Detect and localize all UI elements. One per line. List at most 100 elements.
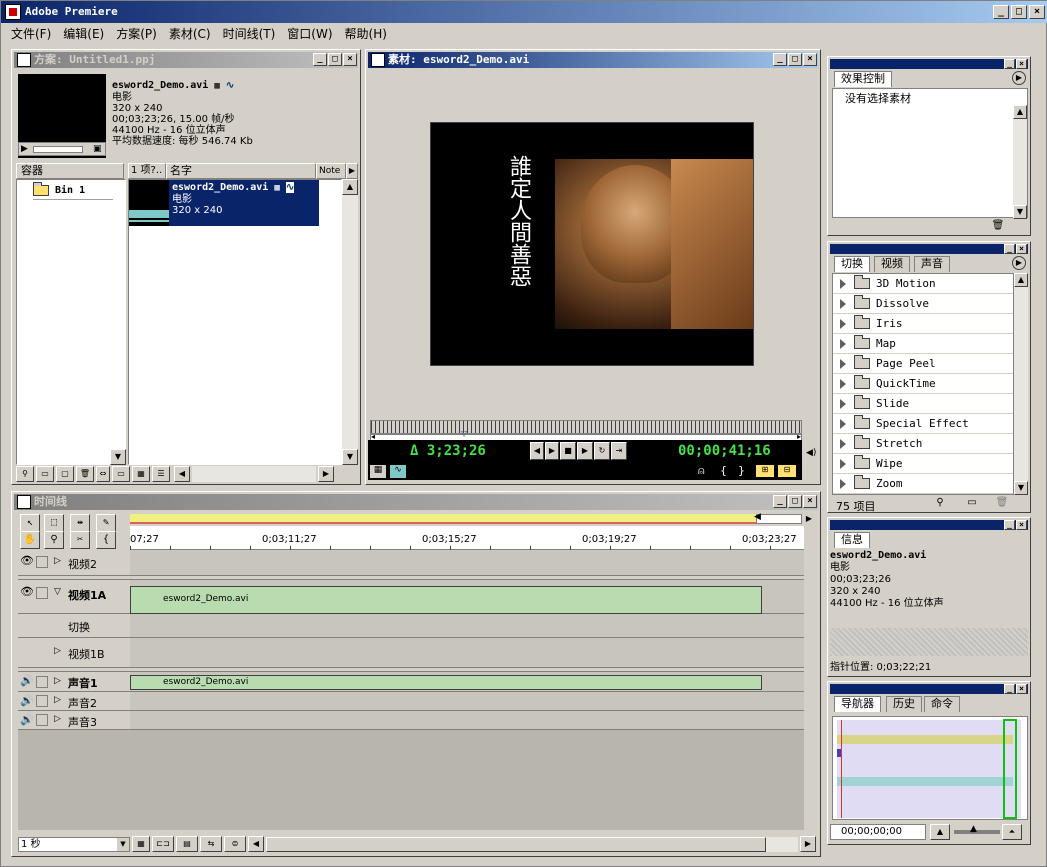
timeline-titlebar[interactable]: 时间线 _ □ × bbox=[14, 494, 818, 510]
effects-close-button[interactable]: × bbox=[1016, 59, 1027, 69]
play-icon[interactable]: ▶ bbox=[577, 442, 593, 460]
zoom-tool-icon[interactable]: ⚲ bbox=[44, 531, 64, 549]
tab-effect-controls[interactable]: 效果控制 bbox=[834, 71, 892, 87]
track-audio3[interactable] bbox=[130, 711, 804, 730]
effects-minimize-button[interactable]: _ bbox=[1004, 59, 1015, 69]
zoom-select[interactable]: 1 秒 ▼ bbox=[18, 836, 130, 852]
resize-divider-icon[interactable]: ⇔ bbox=[96, 466, 110, 482]
tab-audio-effects[interactable]: 声音 bbox=[914, 256, 950, 272]
tab-info[interactable]: 信息 bbox=[834, 532, 870, 548]
effects-menu-icon[interactable]: ▶ bbox=[1012, 71, 1026, 85]
expand-icon[interactable]: ▷ bbox=[54, 714, 61, 724]
transitions-minimize-button[interactable]: _ bbox=[1004, 244, 1015, 254]
items-vscroll[interactable]: ▲ ▼ bbox=[342, 179, 358, 465]
timeline-hscroll-right[interactable]: ▶ bbox=[800, 836, 816, 852]
tab-history[interactable]: 历史 bbox=[886, 696, 922, 712]
items-hscroll-track[interactable] bbox=[192, 466, 316, 482]
bin-scrollbar[interactable]: ▼ bbox=[110, 449, 126, 465]
col-name[interactable]: 名字 bbox=[166, 163, 316, 179]
timeline-hscroll-track[interactable] bbox=[266, 836, 798, 852]
lock-toggle[interactable] bbox=[36, 556, 48, 568]
zoom-out-icon[interactable]: ▲ bbox=[930, 824, 950, 840]
expand-icon[interactable]: ▷ bbox=[54, 695, 61, 705]
expand-icon[interactable] bbox=[840, 398, 846, 409]
timeline-maximize-button[interactable]: □ bbox=[788, 495, 802, 508]
col-note[interactable]: Note bbox=[316, 163, 346, 179]
selection-tool-icon[interactable]: ↖ bbox=[20, 514, 40, 532]
lock-toggle[interactable] bbox=[36, 714, 48, 726]
zoom-slider-thumb[interactable]: ▲ bbox=[970, 824, 977, 834]
menu-window[interactable]: 窗口(W) bbox=[283, 25, 336, 42]
expand-icon[interactable] bbox=[840, 438, 846, 449]
track-video2[interactable] bbox=[130, 550, 804, 576]
expand-icon[interactable] bbox=[840, 318, 846, 329]
track-audio2[interactable] bbox=[130, 692, 804, 711]
list-item[interactable]: Slide bbox=[833, 394, 1013, 414]
items-scroll-down[interactable]: ▼ bbox=[342, 449, 358, 465]
preview-slider[interactable] bbox=[33, 146, 83, 153]
expand-icon[interactable] bbox=[840, 378, 846, 389]
razor-tool-icon[interactable]: ✎ bbox=[96, 514, 116, 532]
mark-icon[interactable]: ⍝ bbox=[698, 464, 705, 478]
list-item[interactable]: Dissolve bbox=[833, 294, 1013, 314]
expand-icon[interactable] bbox=[840, 418, 846, 429]
track-audio2-header[interactable]: 🔊 ▷ 声音2 bbox=[18, 692, 130, 711]
tab-transitions[interactable]: 切换 bbox=[834, 256, 870, 272]
speaker-icon[interactable]: 🔊 bbox=[20, 714, 34, 726]
new-bin-icon[interactable]: ▭ bbox=[36, 466, 54, 482]
overlay-icon[interactable]: ⊟ bbox=[778, 465, 796, 477]
stop-icon[interactable]: ■ bbox=[560, 442, 576, 460]
track-tool-icon[interactable]: ⇹ bbox=[70, 514, 90, 532]
menu-edit[interactable]: 编辑(E) bbox=[59, 25, 108, 42]
hand-tool-icon[interactable]: ✋ bbox=[20, 531, 40, 549]
audio-clip[interactable]: esword2_Demo.avi bbox=[130, 675, 762, 690]
work-area-marker[interactable]: ◀ bbox=[754, 512, 761, 522]
expand-icon[interactable]: ▽ bbox=[54, 587, 61, 597]
in-out-tool-icon[interactable]: { bbox=[96, 531, 116, 549]
sync-mode-icon[interactable]: ⊜ bbox=[224, 836, 246, 852]
thumbnail-view-icon[interactable]: ▦ bbox=[132, 466, 150, 482]
shift-tracks-icon[interactable]: ⇆ bbox=[200, 836, 222, 852]
navigator-view[interactable] bbox=[832, 716, 1028, 820]
list-item[interactable]: Stretch bbox=[833, 434, 1013, 454]
track-transition[interactable] bbox=[130, 614, 804, 638]
project-minimize-button[interactable]: _ bbox=[313, 53, 327, 66]
bin-item[interactable]: Bin 1 bbox=[33, 182, 113, 200]
link-tool-icon[interactable]: ✂ bbox=[70, 531, 90, 549]
expand-icon[interactable] bbox=[840, 358, 846, 369]
expand-icon[interactable] bbox=[840, 278, 846, 289]
mark-in-icon[interactable]: { bbox=[720, 464, 727, 477]
time-ruler[interactable]: 07;27 0;03;11;27 0;03;15;27 0;03;19;27 0… bbox=[130, 526, 804, 550]
effects-delete-icon[interactable]: 🗑 bbox=[988, 220, 1008, 234]
track-transition-header[interactable]: 切换 bbox=[18, 614, 130, 638]
navigator-minimize-button[interactable]: _ bbox=[1004, 684, 1015, 694]
menu-file[interactable]: 文件(F) bbox=[7, 25, 55, 42]
expand-icon[interactable] bbox=[840, 458, 846, 469]
list-item[interactable]: Page Peel bbox=[833, 354, 1013, 374]
video-clip[interactable]: esword2_Demo.avi bbox=[130, 586, 762, 614]
track-audio1[interactable]: esword2_Demo.avi bbox=[130, 672, 804, 692]
list-item[interactable]: Zoom bbox=[833, 474, 1013, 494]
hscroll-left[interactable]: ◀ bbox=[174, 466, 190, 482]
tab-video-effects[interactable]: 视频 bbox=[874, 256, 910, 272]
track-video1a[interactable]: esword2_Demo.avi bbox=[130, 580, 804, 614]
speaker-icon[interactable]: ◀) bbox=[806, 448, 816, 458]
track-format-icon[interactable]: ▦ bbox=[132, 836, 150, 852]
nav-viewport-box[interactable] bbox=[1003, 719, 1017, 819]
preview-play-icon[interactable]: ▶ bbox=[21, 144, 28, 154]
take-video-icon[interactable]: ▦ bbox=[370, 465, 386, 478]
timeline-close-button[interactable]: × bbox=[803, 495, 817, 508]
navigator-titlebar[interactable]: _ × bbox=[830, 684, 1028, 694]
loop-icon[interactable]: ↻ bbox=[594, 442, 610, 460]
zoom-slider[interactable] bbox=[954, 830, 1000, 834]
monitor-titlebar[interactable]: 素材: esword2_Demo.avi _ □ × bbox=[368, 52, 818, 68]
hscroll-right[interactable]: ▶ bbox=[318, 466, 334, 482]
monitor-maximize-button[interactable]: □ bbox=[788, 53, 802, 66]
preview-film-icon[interactable]: ▣ bbox=[93, 144, 102, 154]
delete-icon[interactable]: 🗑 bbox=[76, 466, 94, 482]
timeline-hscroll-left[interactable]: ◀ bbox=[248, 836, 264, 852]
monitor-close-button[interactable]: × bbox=[803, 53, 817, 66]
list-item[interactable]: 3D Motion bbox=[833, 274, 1013, 294]
effects-scroll-up[interactable]: ▲ bbox=[1013, 105, 1027, 119]
delete-icon[interactable]: 🗑 bbox=[992, 497, 1012, 508]
